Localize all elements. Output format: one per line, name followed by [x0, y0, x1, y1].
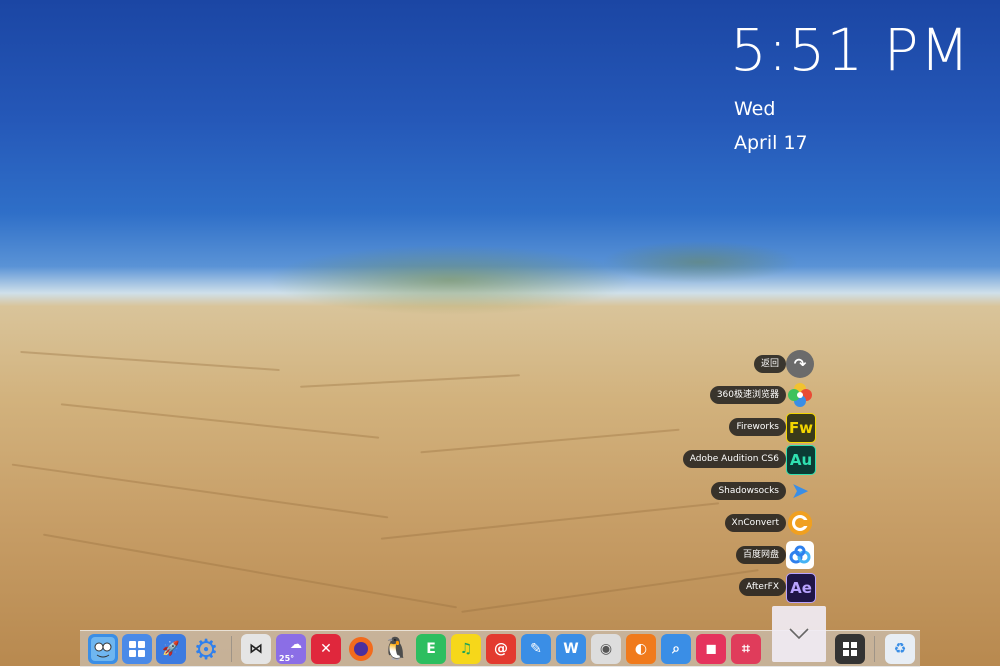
stack-item-label: 百度网盘	[735, 546, 786, 564]
ubuntu-icon[interactable]: ◐	[626, 634, 656, 664]
stack-item-aftereffects[interactable]: AfterFX Ae	[0, 573, 1000, 603]
finder-icon[interactable]	[88, 634, 118, 664]
stack-item-label: XnConvert	[724, 514, 786, 532]
evernote-icon[interactable]: E	[416, 634, 446, 664]
stack-item-label: Adobe Audition CS6	[682, 450, 786, 468]
360-browser-icon	[786, 381, 814, 409]
clock-day: Wed	[734, 98, 776, 120]
netease-music-icon[interactable]: @	[486, 634, 516, 664]
stack-item-back[interactable]: 返回 ↷	[0, 350, 1000, 378]
stack-item-label: 返回	[753, 355, 786, 373]
aftereffects-icon: Ae	[786, 573, 816, 603]
launchpad-grid-icon[interactable]	[122, 634, 152, 664]
back-arrow-icon: ↷	[786, 350, 814, 378]
stack-item-label: Fireworks	[729, 418, 786, 436]
qq-icon[interactable]: 🐧	[381, 634, 411, 664]
weather-temperature: 25°	[279, 654, 295, 663]
search-icon[interactable]: ⌕	[661, 634, 691, 664]
stack-item-fireworks[interactable]: Fireworks Fw	[0, 413, 1000, 443]
dvd-icon[interactable]: ◉	[591, 634, 621, 664]
dock-separator	[231, 636, 232, 662]
wps-icon[interactable]: W	[556, 634, 586, 664]
audition-icon: Au	[786, 445, 816, 475]
recycle-bin-icon[interactable]: ♻	[885, 634, 915, 664]
settings-gear-icon[interactable]: ⚙	[191, 633, 221, 666]
stack-item-label: 360极速浏览器	[709, 386, 786, 404]
stack-item-baidu-netdisk[interactable]: 百度网盘	[0, 541, 1000, 569]
stack-item-shadowsocks[interactable]: Shadowsocks ➤	[0, 477, 1000, 505]
weather-icon[interactable]: 25° ☁	[276, 634, 306, 664]
stack-item-xnconvert[interactable]: XnConvert	[0, 509, 1000, 537]
xmind-icon[interactable]: ✕	[311, 634, 341, 664]
stack-item-label: Shadowsocks	[711, 482, 786, 500]
stack-item-360-browser[interactable]: 360极速浏览器	[0, 381, 1000, 409]
firefox-icon[interactable]	[346, 634, 376, 664]
xnconvert-icon	[786, 509, 814, 537]
fireworks-icon: Fw	[786, 413, 816, 443]
baidu-netdisk-icon	[786, 541, 814, 569]
windows-start-icon[interactable]	[835, 634, 865, 664]
bowtie-icon[interactable]: ⋈	[241, 634, 271, 664]
clock-time: 5:51 PM	[730, 16, 971, 84]
qq-music-icon[interactable]: ♫	[451, 634, 481, 664]
dock-separator	[874, 636, 875, 662]
rocket-icon[interactable]: 🚀	[156, 634, 186, 664]
stack-item-adobe-audition[interactable]: Adobe Audition CS6 Au	[0, 445, 1000, 475]
stack-expand-button[interactable]	[772, 606, 826, 662]
stack-item-label: AfterFX	[739, 578, 786, 596]
shadowsocks-icon: ➤	[790, 478, 810, 504]
screenshot-icon[interactable]: ◼	[696, 634, 726, 664]
chevron-down-icon	[789, 628, 809, 640]
crop-icon[interactable]: ⌗	[731, 634, 761, 664]
note-icon[interactable]: ✎	[521, 634, 551, 664]
clock-date: April 17	[734, 132, 808, 154]
